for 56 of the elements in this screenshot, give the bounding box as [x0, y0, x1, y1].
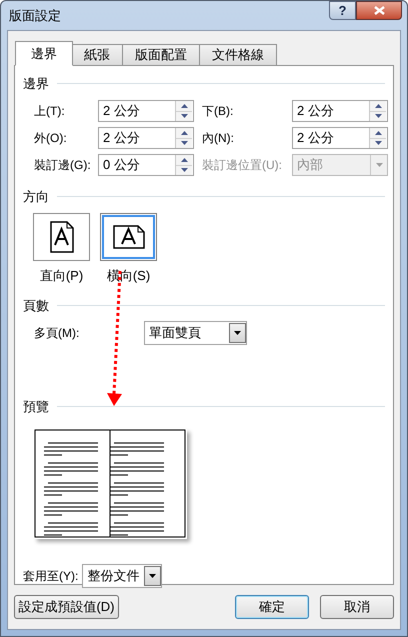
up-arrow-icon [180, 104, 188, 108]
dialog-button[interactable]: 取消 [320, 595, 394, 619]
spin-buttons[interactable] [175, 101, 192, 121]
tab[interactable]: 文件格線 [200, 44, 277, 66]
spin-buttons[interactable] [175, 155, 192, 175]
dropdown-field[interactable]: 整份文件 [82, 564, 162, 588]
spin-field[interactable]: 2 公分 [98, 127, 194, 149]
landscape-page-icon [112, 224, 146, 250]
down-arrow-icon [374, 141, 382, 146]
dialog-button[interactable]: 設定成預設值(D) [14, 595, 119, 619]
caret-icon [149, 574, 156, 578]
field-label: 下(B): [202, 104, 234, 118]
close-button[interactable] [356, 1, 402, 20]
spin-field[interactable]: 2 公分 [292, 100, 388, 122]
caret-icon [376, 163, 382, 167]
orientation-button[interactable] [33, 213, 90, 261]
help-button[interactable]: ? [329, 1, 356, 20]
window-title: 版面設定 [8, 6, 61, 25]
field-label: 外(O): [34, 131, 67, 145]
orientation-label: 直向(P) [40, 267, 84, 285]
spin-field[interactable]: 2 公分 [292, 127, 388, 149]
caret-icon [234, 331, 241, 335]
tab[interactable]: 邊界 [15, 41, 73, 66]
orientation-button[interactable] [100, 213, 157, 261]
field-label: 內(N): [202, 131, 234, 145]
spin-buttons[interactable] [369, 101, 386, 121]
down-arrow-icon [180, 114, 188, 118]
spin-field[interactable]: 2 公分 [98, 100, 194, 122]
section-heading: 邊界 [23, 75, 49, 93]
orientation-label: 橫向(S) [106, 267, 150, 285]
field-label: 多頁(M): [34, 326, 80, 340]
portrait-page-icon [48, 220, 74, 254]
field-label: 裝訂邊(G): [34, 158, 91, 172]
field-label: 上(T): [34, 104, 65, 118]
spin-buttons[interactable] [369, 128, 386, 148]
section-heading: 頁數 [23, 296, 49, 314]
up-arrow-icon [180, 130, 188, 135]
up-arrow-icon [374, 104, 382, 108]
down-arrow-icon [374, 114, 382, 118]
section-heading: 方向 [23, 188, 49, 206]
field-label: 裝訂邊位置(U): [202, 158, 282, 172]
close-icon [374, 6, 384, 15]
spin-field[interactable]: 0 公分 [98, 154, 194, 176]
down-arrow-icon [180, 168, 188, 172]
down-arrow-icon [180, 141, 188, 146]
spin-buttons[interactable] [175, 128, 192, 148]
dropdown-button[interactable] [144, 566, 162, 586]
tab[interactable]: 版面配置 [123, 44, 200, 66]
tab[interactable]: 紙張 [72, 44, 123, 66]
dropdown-field[interactable]: 單面雙頁 [144, 321, 247, 345]
up-arrow-icon [374, 130, 382, 135]
field-label: 套用至(Y): [23, 568, 78, 584]
dialog-button[interactable]: 確定 [235, 595, 309, 619]
dropdown-button[interactable] [229, 323, 246, 343]
up-arrow-icon [180, 158, 188, 162]
section-heading: 預覽 [23, 398, 49, 416]
